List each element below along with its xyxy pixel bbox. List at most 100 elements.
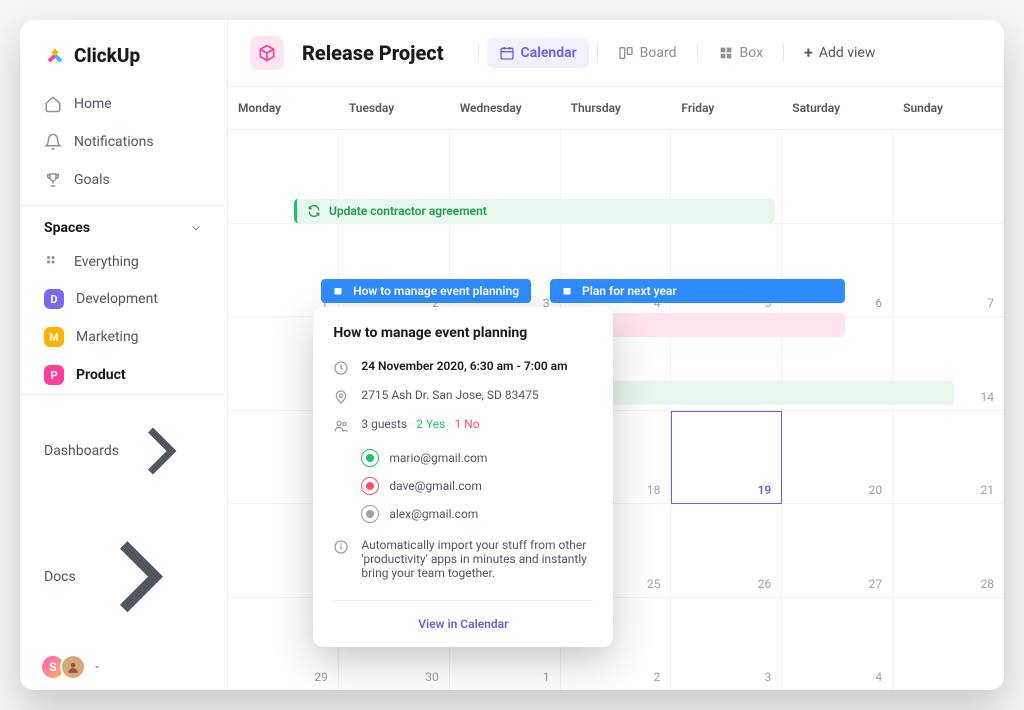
day-number: 6 xyxy=(875,296,882,310)
guests-total: 3 guests xyxy=(361,417,407,431)
popover-description: Automatically import your stuff from oth… xyxy=(361,538,593,580)
calendar-cell[interactable]: 20 xyxy=(782,411,893,505)
logo-text: ClickUp xyxy=(74,44,140,67)
app-window: ClickUp Home Notifications Goals Spaces … xyxy=(20,20,1004,690)
guest-email: dave@gmail.com xyxy=(389,479,482,493)
calendar-badge-icon xyxy=(560,284,574,298)
calendar-icon xyxy=(499,45,515,61)
calendar-cell[interactable]: 21 xyxy=(893,411,1004,505)
logo[interactable]: ClickUp xyxy=(20,38,227,85)
space-development-label: Development xyxy=(76,291,158,307)
spaces-header[interactable]: Spaces xyxy=(20,205,227,244)
event-contractor-label: Update contractor agreement xyxy=(329,204,487,218)
day-number: 28 xyxy=(980,577,994,591)
dashboards-section[interactable]: Dashboards xyxy=(20,394,227,507)
calendar-cell[interactable]: 4 xyxy=(782,598,893,691)
guests-yes: 2 Yes xyxy=(416,417,445,431)
weekday-label: Friday xyxy=(671,87,782,129)
day-number: 29 xyxy=(314,670,328,684)
nav-notifications-label: Notifications xyxy=(74,134,154,150)
space-development[interactable]: D Development xyxy=(20,280,227,318)
status-dot-pending xyxy=(361,505,379,523)
popover-guest-counts: 3 guests · 2 Yes · 1 No xyxy=(361,417,479,431)
separator xyxy=(597,44,598,62)
clickup-logo-icon xyxy=(44,45,66,67)
event-popover: How to manage event planning 24 November… xyxy=(313,307,613,647)
project-title: Release Project xyxy=(302,41,444,65)
refresh-icon xyxy=(307,204,321,218)
chevron-right-icon xyxy=(119,409,203,493)
space-badge-mkt: M xyxy=(44,327,64,347)
calendar-cell[interactable]: 7 xyxy=(893,224,1004,318)
day-number: 21 xyxy=(980,483,994,497)
calendar-cell[interactable]: 3 xyxy=(671,598,782,691)
avatar-photo xyxy=(60,654,86,680)
event-manage[interactable]: How to manage event planning xyxy=(321,279,531,303)
people-icon xyxy=(333,418,349,434)
day-number: 30 xyxy=(425,670,439,684)
tab-calendar[interactable]: Calendar xyxy=(487,38,589,68)
day-number: 7 xyxy=(987,296,994,310)
clock-icon xyxy=(333,360,349,376)
separator xyxy=(697,44,698,62)
user-switcher[interactable]: S xyxy=(20,654,227,680)
grid-dots-icon xyxy=(44,253,62,271)
tab-board-label: Board xyxy=(640,45,677,61)
guest-email: mario@gmail.com xyxy=(389,451,487,465)
cube-icon xyxy=(257,43,277,63)
home-icon xyxy=(44,95,62,113)
guest-row: dave@gmail.com xyxy=(361,472,593,500)
space-everything[interactable]: Everything xyxy=(20,244,227,280)
calendar-cell[interactable] xyxy=(893,130,1004,224)
event-manage-label: How to manage event planning xyxy=(353,284,519,298)
calendar-cell[interactable]: 28 xyxy=(893,504,1004,598)
day-number: 3 xyxy=(765,670,772,684)
calendar-cell[interactable]: 26 xyxy=(671,504,782,598)
day-number: 18 xyxy=(647,483,661,497)
popover-location: 2715 Ash Dr. San Jose, SD 83475 xyxy=(361,388,538,402)
tab-box-label: Box xyxy=(740,45,764,61)
docs-section[interactable]: Docs xyxy=(20,507,227,654)
docs-label: Docs xyxy=(44,569,76,585)
spaces-header-label: Spaces xyxy=(44,220,90,236)
day-number: 27 xyxy=(869,577,883,591)
info-icon xyxy=(333,539,349,555)
weekday-label: Saturday xyxy=(782,87,893,129)
dashboards-label: Dashboards xyxy=(44,443,119,459)
chevron-right-icon xyxy=(76,513,203,640)
guest-list: mario@gmail.com dave@gmail.com alex@gmai… xyxy=(361,444,593,528)
plus-icon: + xyxy=(804,45,813,61)
calendar-cell[interactable] xyxy=(782,130,893,224)
guests-no: 1 No xyxy=(454,417,479,431)
chevron-down-icon xyxy=(189,221,203,235)
separator xyxy=(783,44,784,62)
location-icon xyxy=(333,389,349,405)
view-in-calendar-link[interactable]: View in Calendar xyxy=(333,600,593,635)
weekday-label: Wednesday xyxy=(450,87,561,129)
person-icon xyxy=(66,660,80,674)
event-contractor[interactable]: Update contractor agreement xyxy=(294,199,775,223)
day-number: 19 xyxy=(758,483,772,497)
calendar-cell[interactable]: 27 xyxy=(782,504,893,598)
event-plan[interactable]: Plan for next year xyxy=(550,279,845,303)
popover-location-row: 2715 Ash Dr. San Jose, SD 83475 xyxy=(333,382,593,411)
tab-calendar-label: Calendar xyxy=(521,45,577,61)
space-product[interactable]: P Product xyxy=(20,356,227,394)
calendar-badge-icon xyxy=(331,284,345,298)
calendar-cell[interactable]: 1 xyxy=(228,224,339,318)
sidebar: ClickUp Home Notifications Goals Spaces … xyxy=(20,20,228,690)
add-view-button[interactable]: + Add view xyxy=(792,38,887,68)
nav-notifications[interactable]: Notifications xyxy=(20,123,227,161)
day-number: 25 xyxy=(647,577,661,591)
board-icon xyxy=(618,45,634,61)
tab-box[interactable]: Box xyxy=(706,38,776,68)
nav-home[interactable]: Home xyxy=(20,85,227,123)
weekday-label: Sunday xyxy=(893,87,1004,129)
calendar-cell[interactable]: 19 xyxy=(671,411,782,505)
guest-row: alex@gmail.com xyxy=(361,500,593,528)
space-badge-dev: D xyxy=(44,289,64,309)
nav-goals[interactable]: Goals xyxy=(20,161,227,199)
weekday-label: Thursday xyxy=(561,87,672,129)
space-marketing[interactable]: M Marketing xyxy=(20,318,227,356)
tab-board[interactable]: Board xyxy=(606,38,689,68)
